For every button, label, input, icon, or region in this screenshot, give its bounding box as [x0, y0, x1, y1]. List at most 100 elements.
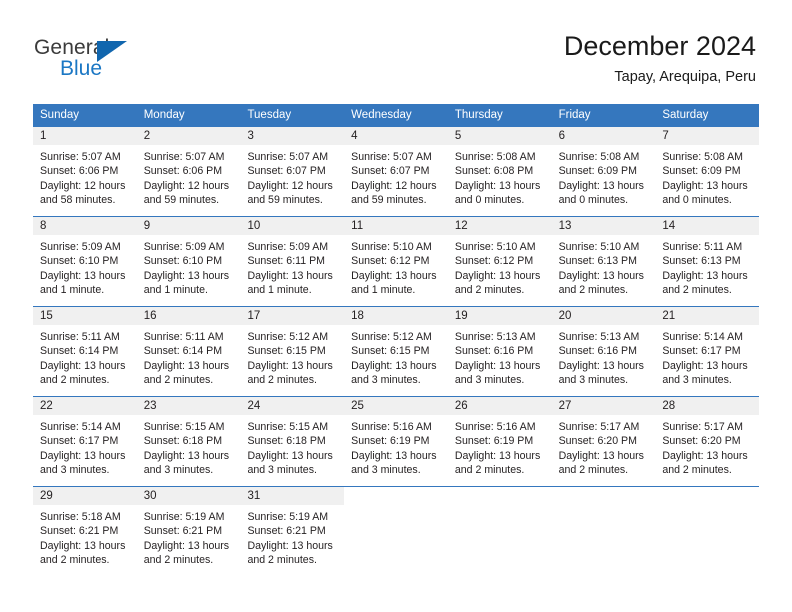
daylight-text-line2: and 59 minutes.: [143, 194, 220, 207]
sunrise-text: Sunrise: 5:07 AM: [40, 151, 121, 163]
day-details: Sunrise: 5:09 AM Sunset: 6:11 PM Dayligh…: [240, 235, 344, 298]
calendar-day-cell[interactable]: 21 Sunrise: 5:14 AM Sunset: 6:17 PM Dayl…: [655, 307, 760, 396]
daylight-text-line1: Daylight: 13 hours: [143, 539, 230, 552]
day-number: 3: [240, 127, 345, 145]
day-number: 18: [344, 307, 448, 325]
day-number: [655, 487, 760, 505]
sunrise-text: Sunrise: 5:15 AM: [143, 421, 225, 433]
calendar-day-cell[interactable]: 24 Sunrise: 5:15 AM Sunset: 6:18 PM Dayl…: [240, 397, 345, 486]
day-number: 12: [447, 217, 552, 235]
sunset-text: Sunset: 6:14 PM: [143, 345, 223, 358]
daylight-text-line2: and 2 minutes.: [143, 374, 214, 387]
daylight-text-line2: and 2 minutes.: [143, 554, 214, 567]
sunrise-text: Sunrise: 5:13 AM: [454, 331, 536, 343]
calendar-day-cell[interactable]: 18 Sunrise: 5:12 AM Sunset: 6:15 PM Dayl…: [344, 307, 448, 396]
calendar-day-cell[interactable]: 10 Sunrise: 5:09 AM Sunset: 6:11 PM Dayl…: [240, 217, 345, 306]
daylight-text-line2: and 2 minutes.: [662, 284, 732, 297]
calendar-day-cell[interactable]: 5 Sunrise: 5:08 AM Sunset: 6:08 PM Dayli…: [447, 127, 552, 216]
calendar-day-cell[interactable]: 2 Sunrise: 5:07 AM Sunset: 6:06 PM Dayli…: [136, 127, 241, 216]
daylight-text-line1: Daylight: 13 hours: [143, 359, 230, 372]
sunrise-text: Sunrise: 5:07 AM: [247, 151, 329, 163]
sunrise-text: Sunrise: 5:07 AM: [351, 151, 432, 163]
calendar-day-cell[interactable]: 13 Sunrise: 5:10 AM Sunset: 6:13 PM Dayl…: [551, 217, 656, 306]
daylight-text-line2: and 3 minutes.: [351, 464, 421, 477]
weekday-header-sunday: Sunday: [40, 109, 80, 121]
daylight-text-line1: Daylight: 12 hours: [143, 179, 230, 192]
sunset-text: Sunset: 6:13 PM: [558, 255, 637, 268]
daylight-text-line1: Daylight: 13 hours: [662, 449, 748, 462]
sunset-text: Sunset: 6:13 PM: [662, 255, 741, 268]
calendar-day-cell[interactable]: 4 Sunrise: 5:07 AM Sunset: 6:07 PM Dayli…: [344, 127, 448, 216]
calendar-day-cell[interactable]: 17 Sunrise: 5:12 AM Sunset: 6:15 PM Dayl…: [240, 307, 345, 396]
daylight-text-line1: Daylight: 12 hours: [351, 179, 437, 192]
daylight-text-line1: Daylight: 13 hours: [143, 269, 230, 282]
daylight-text-line2: and 2 minutes.: [247, 554, 317, 567]
calendar-day-cell[interactable]: 27 Sunrise: 5:17 AM Sunset: 6:20 PM Dayl…: [551, 397, 656, 486]
daylight-text-line1: Daylight: 13 hours: [662, 179, 748, 192]
calendar-day-cell[interactable]: 26 Sunrise: 5:16 AM Sunset: 6:19 PM Dayl…: [447, 397, 552, 486]
calendar-day-cell[interactable]: 1 Sunrise: 5:07 AM Sunset: 6:06 PM Dayli…: [33, 127, 137, 216]
weekday-header-thursday: Thursday: [454, 109, 503, 121]
calendar-day-cell[interactable]: 20 Sunrise: 5:13 AM Sunset: 6:16 PM Dayl…: [551, 307, 656, 396]
sunrise-text: Sunrise: 5:19 AM: [143, 511, 225, 523]
daylight-text-line1: Daylight: 13 hours: [558, 269, 644, 282]
calendar-day-cell[interactable]: 9 Sunrise: 5:09 AM Sunset: 6:10 PM Dayli…: [136, 217, 241, 306]
calendar-day-cell[interactable]: 30 Sunrise: 5:19 AM Sunset: 6:21 PM Dayl…: [136, 487, 241, 576]
daylight-text-line2: and 0 minutes.: [454, 194, 525, 207]
calendar-day-cell[interactable]: 22 Sunrise: 5:14 AM Sunset: 6:17 PM Dayl…: [33, 397, 137, 486]
calendar-day-cell[interactable]: 31 Sunrise: 5:19 AM Sunset: 6:21 PM Dayl…: [240, 487, 345, 576]
calendar-day-cell[interactable]: 6 Sunrise: 5:08 AM Sunset: 6:09 PM Dayli…: [551, 127, 656, 216]
logo-text-blue: Blue: [60, 57, 103, 80]
daylight-text-line2: and 2 minutes.: [40, 554, 110, 567]
daylight-text-line2: and 0 minutes.: [558, 194, 629, 207]
calendar-day-cell[interactable]: 19 Sunrise: 5:13 AM Sunset: 6:16 PM Dayl…: [447, 307, 552, 396]
sunrise-text: Sunrise: 5:14 AM: [662, 331, 743, 343]
daylight-text-line1: Daylight: 12 hours: [247, 179, 333, 192]
calendar-day-cell[interactable]: 12 Sunrise: 5:10 AM Sunset: 6:12 PM Dayl…: [447, 217, 552, 306]
calendar-day-cell[interactable]: 29 Sunrise: 5:18 AM Sunset: 6:21 PM Dayl…: [33, 487, 137, 576]
daylight-text-line1: Daylight: 13 hours: [143, 449, 230, 462]
daylight-text-line1: Daylight: 13 hours: [40, 449, 126, 462]
sunrise-text: Sunrise: 5:08 AM: [454, 151, 536, 163]
calendar-day-cell[interactable]: 28 Sunrise: 5:17 AM Sunset: 6:20 PM Dayl…: [655, 397, 760, 486]
sunrise-text: Sunrise: 5:10 AM: [454, 241, 536, 253]
calendar-day-cell[interactable]: 3 Sunrise: 5:07 AM Sunset: 6:07 PM Dayli…: [240, 127, 345, 216]
day-details: Sunrise: 5:13 AM Sunset: 6:16 PM Dayligh…: [552, 325, 656, 388]
day-number: 9: [136, 217, 241, 235]
sunrise-text: Sunrise: 5:07 AM: [143, 151, 225, 163]
sunrise-text: Sunrise: 5:10 AM: [558, 241, 640, 253]
calendar-day-cell[interactable]: 14 Sunrise: 5:11 AM Sunset: 6:13 PM Dayl…: [655, 217, 760, 306]
calendar-day-cell-empty: [447, 487, 552, 576]
day-details: Sunrise: 5:09 AM Sunset: 6:10 PM Dayligh…: [33, 235, 137, 298]
day-number: 7: [655, 127, 760, 145]
sunset-text: Sunset: 6:20 PM: [662, 435, 741, 448]
daylight-text-line1: Daylight: 13 hours: [351, 359, 437, 372]
daylight-text-line2: and 2 minutes.: [247, 374, 317, 387]
calendar-day-cell[interactable]: 15 Sunrise: 5:11 AM Sunset: 6:14 PM Dayl…: [33, 307, 137, 396]
daylight-text-line2: and 1 minute.: [351, 284, 416, 297]
calendar-day-cell[interactable]: 8 Sunrise: 5:09 AM Sunset: 6:10 PM Dayli…: [33, 217, 137, 306]
daylight-text-line1: Daylight: 13 hours: [662, 359, 748, 372]
sunrise-text: Sunrise: 5:11 AM: [40, 331, 120, 343]
calendar-day-cell[interactable]: 16 Sunrise: 5:11 AM Sunset: 6:14 PM Dayl…: [136, 307, 241, 396]
day-details: Sunrise: 5:07 AM Sunset: 6:06 PM Dayligh…: [33, 145, 137, 208]
sunset-text: Sunset: 6:16 PM: [454, 345, 534, 358]
calendar-week-row: 22 Sunrise: 5:14 AM Sunset: 6:17 PM Dayl…: [33, 396, 760, 486]
day-details: Sunrise: 5:12 AM Sunset: 6:15 PM Dayligh…: [344, 325, 448, 388]
daylight-text-line2: and 59 minutes.: [351, 194, 427, 207]
sunset-text: Sunset: 6:11 PM: [247, 255, 325, 268]
calendar-day-cell[interactable]: 25 Sunrise: 5:16 AM Sunset: 6:19 PM Dayl…: [344, 397, 448, 486]
daylight-text-line2: and 2 minutes.: [558, 464, 629, 477]
daylight-text-line2: and 1 minute.: [143, 284, 208, 297]
daylight-text-line2: and 3 minutes.: [247, 464, 317, 477]
daylight-text-line1: Daylight: 13 hours: [662, 269, 748, 282]
calendar-day-cell[interactable]: 7 Sunrise: 5:08 AM Sunset: 6:09 PM Dayli…: [655, 127, 760, 216]
day-details: Sunrise: 5:16 AM Sunset: 6:19 PM Dayligh…: [344, 415, 448, 478]
sunrise-text: Sunrise: 5:09 AM: [247, 241, 329, 253]
weekday-header-friday: Friday: [558, 109, 591, 121]
daylight-text-line1: Daylight: 12 hours: [40, 179, 126, 192]
day-details: Sunrise: 5:17 AM Sunset: 6:20 PM Dayligh…: [552, 415, 656, 478]
sunrise-text: Sunrise: 5:08 AM: [558, 151, 640, 163]
calendar-day-cell[interactable]: 11 Sunrise: 5:10 AM Sunset: 6:12 PM Dayl…: [344, 217, 448, 306]
calendar-day-cell[interactable]: 23 Sunrise: 5:15 AM Sunset: 6:18 PM Dayl…: [136, 397, 241, 486]
